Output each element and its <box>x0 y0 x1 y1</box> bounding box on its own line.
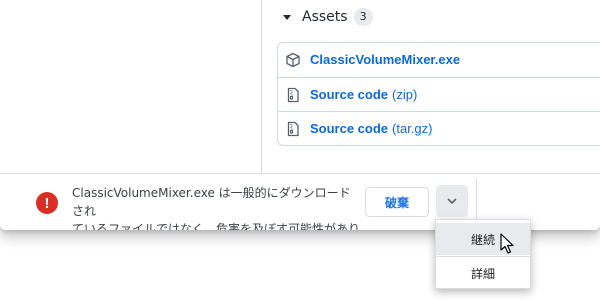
warning-line: ているファイルではなく、危害を及ぼす可能性があります。 <box>72 222 361 230</box>
browser-window: Assets 3 ClassicVolumeMixer.exe Source c… <box>0 0 600 230</box>
assets-list: ClassicVolumeMixer.exe Source code (zip) <box>277 42 600 146</box>
assets-toggle[interactable]: Assets 3 <box>281 6 373 28</box>
asset-row[interactable]: Source code (tar.gz) <box>278 111 600 145</box>
download-warning-text: ClassicVolumeMixer.exe は一般的にダウンロードされ ている… <box>72 184 362 230</box>
download-menu-button[interactable] <box>436 185 468 217</box>
asset-suffix: (zip) <box>392 87 418 102</box>
error-icon: ! <box>36 192 58 214</box>
mouse-cursor-icon <box>500 233 514 254</box>
left-panel <box>18 0 262 173</box>
discard-button[interactable]: 破棄 <box>365 187 429 217</box>
download-context-menu: 継続 詳細 <box>435 219 531 289</box>
asset-suffix: (tar.gz) <box>392 121 433 136</box>
warning-line: ClassicVolumeMixer.exe は一般的にダウンロードされ <box>72 186 351 218</box>
assets-count-badge: 3 <box>353 8 373 26</box>
asset-row[interactable]: ClassicVolumeMixer.exe <box>278 43 600 76</box>
asset-link[interactable]: Source code <box>310 121 388 136</box>
file-zip-icon <box>285 121 301 137</box>
asset-link[interactable]: Source code <box>310 87 388 102</box>
file-zip-icon <box>285 87 301 103</box>
package-icon <box>285 52 301 68</box>
menu-item-details[interactable]: 詳細 <box>436 256 530 289</box>
release-content: Assets 3 ClassicVolumeMixer.exe Source c… <box>277 0 600 173</box>
assets-title: Assets <box>302 9 348 25</box>
asset-row[interactable]: Source code (zip) <box>278 77 600 111</box>
chevron-down-icon <box>447 198 457 205</box>
caret-down-icon <box>283 14 291 20</box>
asset-link[interactable]: ClassicVolumeMixer.exe <box>310 52 460 67</box>
